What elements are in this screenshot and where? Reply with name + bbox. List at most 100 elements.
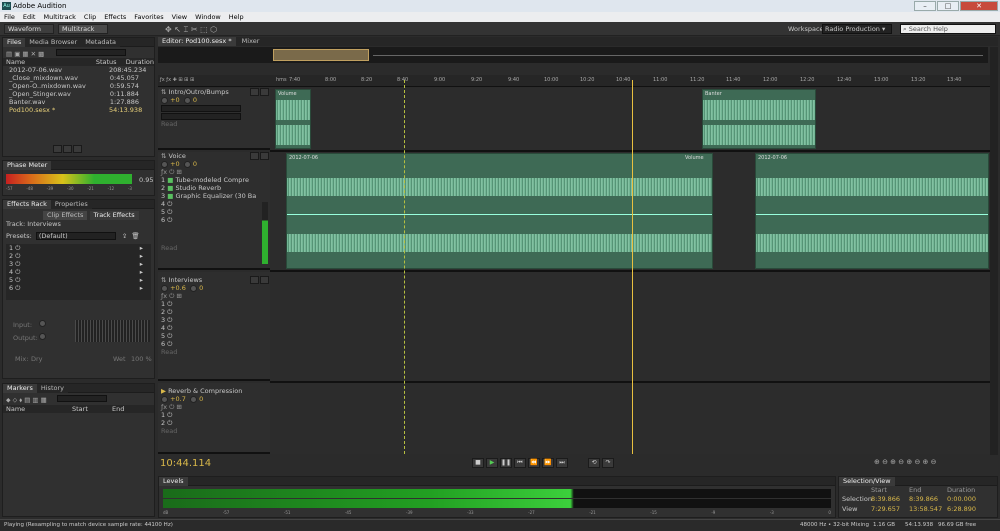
fx-slot[interactable]: 3 ⏻ ▸ [6,260,151,268]
fx-slot[interactable]: 6 ⏻ ▸ [6,284,151,292]
files-search-input[interactable] [56,49,127,56]
volume-value[interactable]: +0 [170,96,180,104]
input-knob[interactable] [39,320,46,327]
fx-slot[interactable]: 4 ⏻ ▸ [6,268,151,276]
minimize-button[interactable]: – [914,1,936,11]
forward-button[interactable]: ⏩ [542,458,554,468]
tab-files[interactable]: Files [3,38,26,47]
zoom-controls[interactable]: ⊕ ⊖ ⊕ ⊖ ⊕ ⊖ ⊕ ⊖ [874,458,937,466]
read-label[interactable]: Read [161,244,177,252]
tab-editor[interactable]: Editor: Pod100.sesx * [158,37,236,46]
tab-effects-rack[interactable]: Effects Rack [3,200,51,209]
markers-search-input[interactable] [56,395,107,402]
fx-slot[interactable]: 4 ⏻ [158,200,270,208]
track-name[interactable]: Intro/Outro/Bumps [169,88,229,96]
play-preview-icon[interactable] [53,145,62,153]
pause-button[interactable]: ❚❚ [500,458,512,468]
track-header-intro[interactable]: ⇅ Intro/Outro/Bumps +0 0 Read [158,88,270,150]
timeline-ruler[interactable]: ƒx ƒx ✚ ⊞ ⊞ ⊞ hms 7:40 8:00 8:20 8:40 9:… [158,75,990,87]
file-item[interactable]: Pod100.sesx * 54:13.938 [3,106,154,114]
track-effects-tab[interactable]: Track Effects [89,211,139,220]
pan-knob[interactable] [183,96,191,104]
search-help-input[interactable]: ⌕ Search Help [900,24,996,34]
autoplay-icon[interactable] [73,145,82,153]
fx-slot[interactable]: 1 ⏻ [158,300,270,308]
fx-slot[interactable]: 3 ⏻ [158,316,270,324]
clip[interactable]: Banter [702,89,816,149]
tab-levels[interactable]: Levels [159,477,188,486]
output-select[interactable] [161,112,241,120]
menu-clip[interactable]: Clip [84,12,96,22]
clip[interactable]: 2012-07-06 Volume [286,153,713,269]
volume-value[interactable]: +0 [170,160,180,168]
clip-effects-tab[interactable]: Clip Effects [43,211,88,220]
tab-phase-meter[interactable]: Phase Meter [3,161,52,170]
menu-favorites[interactable]: Favorites [134,12,163,22]
delete-preset-icon[interactable]: 🗑 [131,232,139,240]
fx-slot[interactable]: 6 ⏻ [158,216,270,224]
vertical-scrollbar[interactable] [990,47,998,455]
fx-slot[interactable]: 1 ■ Tube-modeled Compre [158,176,270,184]
mute-button[interactable] [250,152,259,160]
fx-slot[interactable]: 1 ⏻ [158,411,270,419]
pan-value[interactable]: 0 [193,160,197,168]
tool-icons[interactable]: ✥ ↖ ⌶ ✂ ⬚ ⬡ [165,25,217,35]
go-end-button[interactable]: ⏭ [556,458,568,468]
clip[interactable]: Volume [275,89,311,149]
files-transport[interactable] [53,145,83,153]
view-range-handle[interactable] [273,49,369,61]
input-select[interactable] [161,104,241,112]
clip[interactable]: 2012-07-06 [755,153,989,269]
track-name[interactable]: Voice [169,152,186,160]
pan-knob[interactable] [183,160,191,168]
volume-knob[interactable] [161,96,168,104]
track-header-voice[interactable]: ⇅ Voice +0 0 ƒx ⏻ ⊞ 1 ■ Tube-modeled Com… [158,152,270,270]
solo-button[interactable] [260,88,269,96]
menu-file[interactable]: File [4,12,15,22]
volume-knob[interactable] [161,160,168,168]
file-item[interactable]: _Open-O..mixdown.wav 0:59.574 [3,82,154,90]
pan-knob[interactable] [190,395,198,403]
file-item[interactable]: _Open_Stinger.wav 0:11.884 [3,90,154,98]
solo-button[interactable] [260,276,269,284]
tab-mixer[interactable]: Mixer [237,37,264,46]
tab-history[interactable]: History [36,384,68,393]
view-duration[interactable]: 6:28.890 [947,504,976,514]
pan-value[interactable]: 0 [199,284,203,292]
file-item[interactable]: 2012-07-06.wav 208:45.234 [3,66,154,74]
pan-knob[interactable] [190,284,198,292]
file-item[interactable]: _Close_mixdown.wav 0:45.057 [3,74,154,82]
mute-button[interactable] [250,276,259,284]
tab-media-browser[interactable]: Media Browser [25,38,82,47]
volume-knob[interactable] [161,395,168,403]
loop-button[interactable]: ⟲ [588,458,601,468]
fx-slot[interactable]: 4 ⏻ [158,324,270,332]
tab-properties[interactable]: Properties [50,200,92,209]
file-item[interactable]: Banter.wav 1:27.886 [3,98,154,106]
menu-multitrack[interactable]: Multitrack [43,12,75,22]
pan-value[interactable]: 0 [193,96,197,104]
waveform-button[interactable]: Waveform [4,24,54,34]
play-button[interactable]: ▶ [486,458,498,468]
fx-slot[interactable]: 3 ■ Graphic Equalizer (30 Ba [158,192,270,200]
fx-slot[interactable]: 2 ⏻ [158,308,270,316]
view-end[interactable]: 13:58.547 [909,504,947,514]
markers-toolbar[interactable]: ⬥ ⬦ ⬧ ▤ ▥ ▦ [3,393,154,405]
menu-window[interactable]: Window [195,12,221,22]
volume-knob[interactable] [161,284,168,292]
read-label[interactable]: Read [161,427,177,435]
pan-value[interactable]: 0 [199,395,203,403]
playhead[interactable] [632,80,633,454]
save-preset-icon[interactable]: ⇪ [122,232,127,240]
output-knob[interactable] [39,333,46,340]
fx-slot[interactable]: 6 ⏻ [158,340,270,348]
loop-preview-icon[interactable] [63,145,72,153]
col-status[interactable]: Status [96,58,126,66]
workspace-select[interactable]: Radio Production ▾ [822,24,892,34]
col-name[interactable]: Name [6,405,72,413]
rewind-button[interactable]: ⏪ [528,458,540,468]
col-name[interactable]: Name [6,58,96,66]
solo-button[interactable] [260,152,269,160]
col-start[interactable]: Start [72,405,112,413]
maximize-button[interactable]: □ [937,1,959,11]
